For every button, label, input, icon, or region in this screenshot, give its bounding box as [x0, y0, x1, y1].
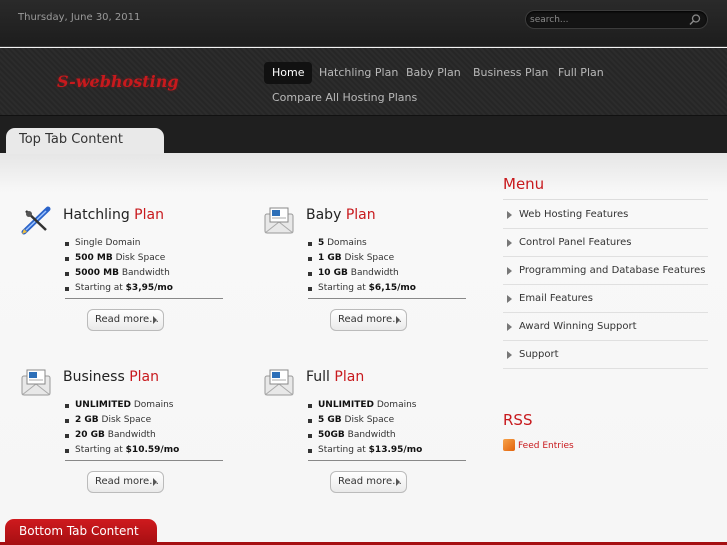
sidebar-menu: Web Hosting Features Control Panel Featu…	[503, 201, 708, 369]
read-more-button[interactable]: Read more...	[330, 309, 407, 331]
nav-compare-plans[interactable]: Compare All Hosting Plans	[264, 87, 425, 109]
rss-feed-label[interactable]: Feed Entries	[518, 441, 574, 451]
pencil-tools-icon	[21, 206, 51, 235]
top-bar: Thursday, June 30, 2011	[0, 0, 727, 47]
nav-hatchling-plan[interactable]: Hatchling Plan	[311, 62, 406, 84]
feature-item: 5 Domains	[308, 236, 416, 251]
divider	[308, 298, 466, 299]
tab-top-content[interactable]: Top Tab Content	[6, 128, 164, 154]
feature-item: Single Domain	[65, 236, 173, 251]
search-box[interactable]	[525, 10, 708, 29]
feature-item: 10 GB Bandwidth	[308, 266, 416, 281]
search-input[interactable]	[530, 13, 680, 27]
mail-icon	[264, 207, 294, 234]
menu-heading: Menu	[503, 175, 545, 193]
feature-item: Starting at $13.95/mo	[308, 443, 422, 458]
nav-full-plan[interactable]: Full Plan	[550, 62, 612, 84]
current-date: Thursday, June 30, 2011	[18, 12, 141, 23]
read-more-button[interactable]: Read more...	[330, 471, 407, 493]
feature-item: Starting at $3,95/mo	[65, 281, 173, 296]
menu-item-web-hosting-features[interactable]: Web Hosting Features	[503, 201, 708, 229]
mail-icon	[21, 369, 51, 396]
plan-title: Baby Plan	[306, 207, 376, 223]
plan-feature-list: UNLIMITED Domains 2 GB Disk Space 20 GB …	[65, 398, 179, 458]
plan-feature-list: Single Domain 500 MB Disk Space 5000 MB …	[65, 236, 173, 296]
menu-item-award-winning-support[interactable]: Award Winning Support	[503, 313, 708, 341]
divider	[503, 199, 708, 200]
nav-baby-plan[interactable]: Baby Plan	[398, 62, 469, 84]
site-logo[interactable]: S-webhosting	[57, 72, 179, 91]
plan-title: Business Plan	[63, 369, 159, 385]
nav-business-plan[interactable]: Business Plan	[465, 62, 556, 84]
rss-heading: RSS	[503, 411, 533, 429]
feature-item: 500 MB Disk Space	[65, 251, 173, 266]
menu-item-support[interactable]: Support	[503, 341, 708, 369]
search-icon[interactable]	[688, 13, 702, 27]
menu-item-control-panel-features[interactable]: Control Panel Features	[503, 229, 708, 257]
feature-item: UNLIMITED Domains	[65, 398, 179, 413]
rss-icon	[503, 439, 515, 451]
read-more-button[interactable]: Read more...	[87, 471, 164, 493]
divider	[308, 460, 466, 461]
nav-home[interactable]: Home	[264, 62, 313, 84]
divider	[65, 298, 223, 299]
menu-item-email-features[interactable]: Email Features	[503, 285, 708, 313]
arrow-right-icon	[153, 478, 157, 486]
feature-item: UNLIMITED Domains	[308, 398, 422, 413]
feature-item: 1 GB Disk Space	[308, 251, 416, 266]
arrow-right-icon	[153, 316, 157, 324]
feature-item: Starting at $6,15/mo	[308, 281, 416, 296]
plan-feature-list: UNLIMITED Domains 5 GB Disk Space 50GB B…	[308, 398, 422, 458]
plan-title: Full Plan	[306, 369, 365, 385]
feature-item: Starting at $10.59/mo	[65, 443, 179, 458]
arrow-right-icon	[396, 478, 400, 486]
menu-item-programming-database-features[interactable]: Programming and Database Features	[503, 257, 708, 285]
plan-feature-list: 5 Domains 1 GB Disk Space 10 GB Bandwidt…	[308, 236, 416, 296]
mail-icon	[264, 369, 294, 396]
feature-item: 20 GB Bandwidth	[65, 428, 179, 443]
divider	[65, 460, 223, 461]
read-more-button[interactable]: Read more...	[87, 309, 164, 331]
feature-item: 50GB Bandwidth	[308, 428, 422, 443]
feature-item: 2 GB Disk Space	[65, 413, 179, 428]
tab-bottom-content[interactable]: Bottom Tab Content	[5, 519, 157, 545]
arrow-right-icon	[396, 316, 400, 324]
plan-title: Hatchling Plan	[63, 207, 164, 223]
feature-item: 5000 MB Bandwidth	[65, 266, 173, 281]
feature-item: 5 GB Disk Space	[308, 413, 422, 428]
